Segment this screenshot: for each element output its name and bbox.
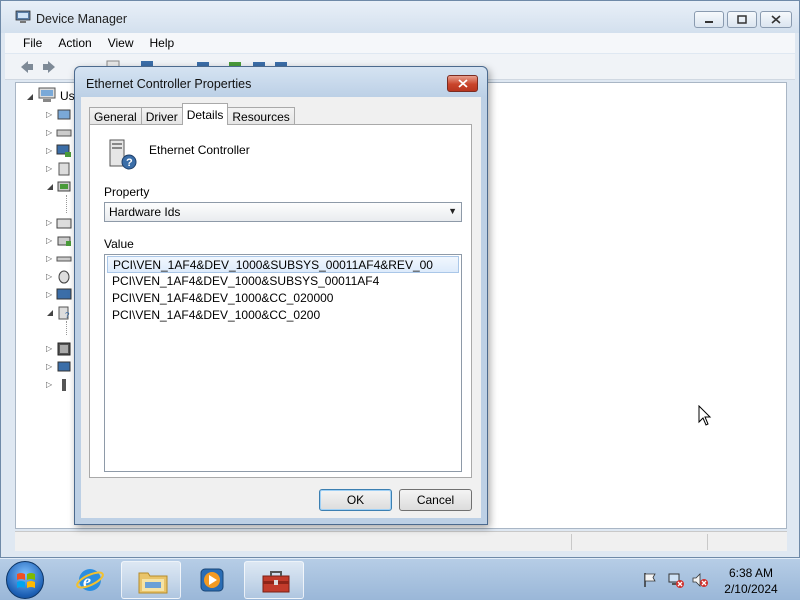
action-center-flag-icon[interactable]	[642, 572, 658, 588]
tab-general[interactable]: General	[89, 107, 142, 125]
mouse-icon	[58, 270, 70, 284]
collapse-arrow-icon[interactable]	[26, 93, 34, 101]
expand-arrow-icon[interactable]: ▷	[46, 272, 52, 281]
taskbar-media-player[interactable]	[182, 561, 242, 599]
properties-dialog: Ethernet Controller Properties General D…	[74, 66, 488, 525]
tree-connector	[66, 195, 67, 213]
expand-arrow-icon[interactable]: ▷	[46, 290, 52, 299]
expand-arrow-icon[interactable]: ▷	[46, 254, 52, 263]
minimize-icon	[705, 20, 713, 23]
menu-action[interactable]: Action	[50, 36, 99, 50]
close-icon	[771, 15, 781, 24]
menu-help[interactable]: Help	[142, 36, 183, 50]
close-icon	[457, 79, 468, 88]
property-dropdown-value: Hardware Ids	[109, 205, 181, 219]
svg-text:?: ?	[65, 311, 70, 320]
folder-icon	[138, 572, 168, 594]
taskbar-device-manager[interactable]	[244, 561, 304, 599]
tab-details[interactable]: Details	[181, 103, 229, 125]
mouse-pointer-icon	[698, 405, 712, 426]
status-bar	[15, 531, 787, 551]
value-list-item[interactable]: PCI\VEN_1AF4&DEV_1000&SUBSYS_00011AF4&RE…	[107, 256, 459, 273]
volume-muted-icon[interactable]	[692, 572, 708, 588]
controller-icon	[56, 256, 72, 262]
media-player-icon	[200, 568, 224, 592]
system-clock[interactable]: 6:38 AM 2/10/2024	[716, 565, 786, 597]
property-dropdown[interactable]: Hardware Ids ▼	[104, 202, 462, 222]
internet-explorer-icon: e	[76, 569, 104, 591]
expand-arrow-icon[interactable]: ▷	[46, 236, 52, 245]
value-list-item[interactable]: PCI\VEN_1AF4&DEV_1000&CC_020000	[105, 290, 461, 307]
taskbar: e	[0, 558, 800, 600]
minimize-button[interactable]	[694, 11, 724, 28]
dropdown-arrow-icon[interactable]: ▼	[448, 206, 457, 216]
expand-arrow-icon[interactable]: ▷	[46, 362, 52, 371]
value-listbox[interactable]: PCI\VEN_1AF4&DEV_1000&SUBSYS_00011AF4&RE…	[104, 254, 462, 472]
svg-text:?: ?	[126, 157, 133, 169]
dialog-body: General Driver Details Resources ? Ether…	[81, 97, 481, 518]
cancel-button[interactable]: Cancel	[399, 489, 472, 511]
device-name-label: Ethernet Controller	[149, 143, 250, 157]
dvd-drive-icon	[58, 162, 70, 176]
close-button[interactable]	[760, 11, 792, 28]
dialog-close-button[interactable]	[447, 75, 478, 92]
monitor-icon	[56, 288, 72, 300]
collapse-arrow-icon[interactable]	[46, 183, 54, 191]
tree-connector	[66, 321, 67, 335]
value-label: Value	[104, 237, 134, 251]
menu-bar: File Action View Help	[5, 33, 795, 53]
usb-controller-icon	[62, 379, 66, 391]
clock-date: 2/10/2024	[724, 582, 778, 596]
menu-view[interactable]: View	[100, 36, 142, 50]
value-list-item[interactable]: PCI\VEN_1AF4&DEV_1000&SUBSYS_00011AF4	[105, 273, 461, 290]
start-button[interactable]	[6, 561, 44, 599]
expand-arrow-icon[interactable]: ▷	[46, 380, 52, 389]
clock-time: 6:38 AM	[728, 566, 774, 580]
tab-resources[interactable]: Resources	[227, 107, 295, 125]
menu-file[interactable]: File	[5, 36, 50, 50]
dialog-title-bar[interactable]: Ethernet Controller Properties	[75, 67, 487, 97]
network-disconnected-icon[interactable]	[668, 572, 684, 588]
expand-arrow-icon[interactable]: ▷	[46, 146, 52, 155]
maximize-icon	[737, 15, 747, 24]
disk-drive-icon	[56, 129, 72, 137]
keyboard-icon	[56, 218, 72, 229]
expand-arrow-icon[interactable]: ▷	[46, 128, 52, 137]
window-title: Device Manager	[36, 12, 128, 26]
tab-driver[interactable]: Driver	[140, 107, 183, 125]
port-icon	[57, 236, 71, 246]
unknown-device-icon: ?	[58, 306, 70, 320]
ok-button[interactable]: OK	[319, 489, 392, 511]
expand-arrow-icon[interactable]: ▷	[46, 344, 52, 353]
maximize-button[interactable]	[727, 11, 757, 28]
ethernet-controller-device-icon: ?	[109, 139, 137, 170]
collapse-arrow-icon[interactable]	[46, 309, 54, 317]
processor-icon	[57, 342, 71, 356]
toolbox-icon	[262, 571, 290, 593]
forward-arrow-icon[interactable]	[41, 59, 57, 75]
taskbar-windows-explorer[interactable]	[121, 561, 181, 599]
tab-strip: General Driver Details Resources	[89, 103, 295, 125]
title-bar[interactable]: Device Manager	[1, 1, 799, 33]
property-label: Property	[104, 185, 150, 199]
network-adapter-icon	[57, 181, 71, 192]
dialog-title: Ethernet Controller Properties	[86, 77, 252, 91]
value-list-item[interactable]: PCI\VEN_1AF4&DEV_1000&CC_0200	[105, 307, 461, 324]
device-category-icon	[57, 109, 71, 120]
status-separator	[571, 534, 572, 550]
taskbar-internet-explorer[interactable]: e	[60, 561, 120, 599]
system-device-icon	[57, 361, 71, 372]
expand-arrow-icon[interactable]: ▷	[46, 110, 52, 119]
expand-arrow-icon[interactable]: ▷	[46, 164, 52, 173]
back-arrow-icon[interactable]	[19, 59, 35, 75]
expand-arrow-icon[interactable]: ▷	[46, 218, 52, 227]
device-manager-app-icon	[15, 10, 31, 23]
computer-icon	[38, 87, 56, 102]
status-separator	[707, 534, 708, 550]
windows-logo-icon	[17, 573, 35, 588]
display-adapter-icon	[56, 144, 71, 157]
details-panel: ? Ethernet Controller Property Hardware …	[89, 124, 472, 478]
